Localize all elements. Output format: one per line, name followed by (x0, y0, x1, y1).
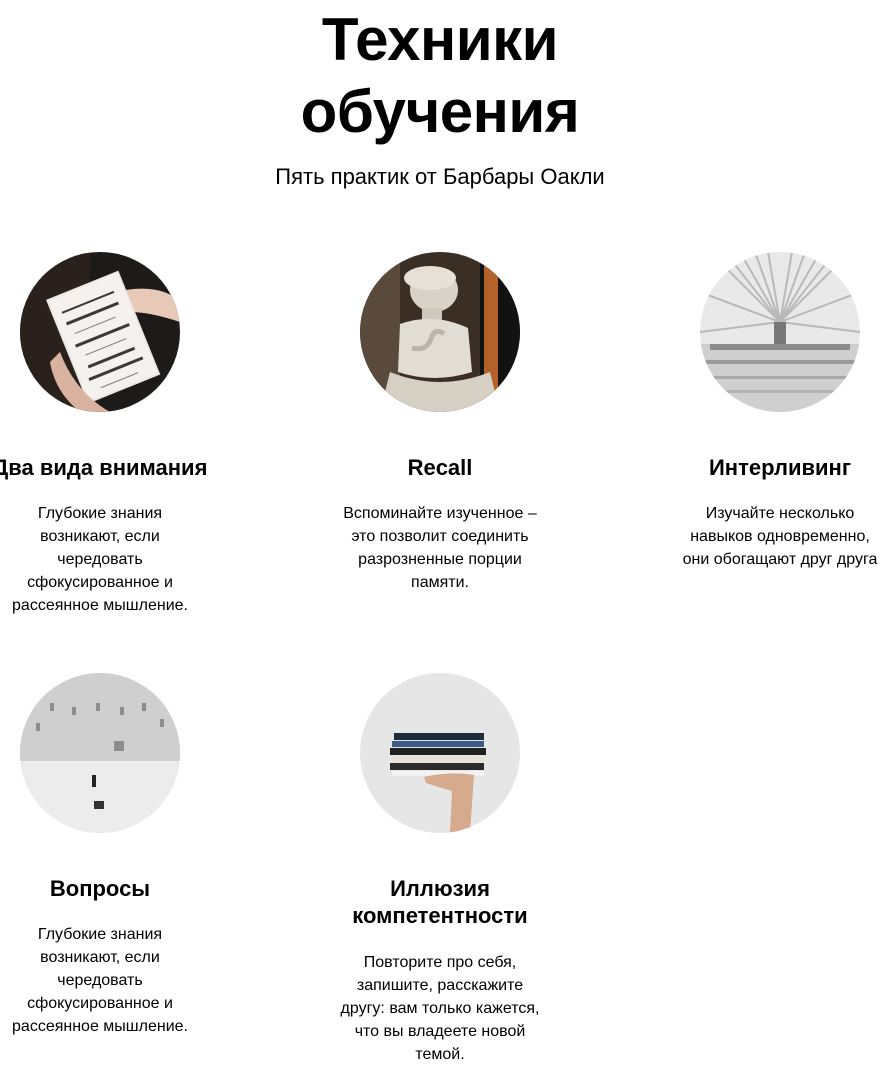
book-stack-hand-image (360, 673, 520, 833)
card-text: Глубокие знания возникают, если чередова… (12, 505, 188, 614)
card-text: Изучайте несколько навыков одновременно,… (682, 505, 878, 568)
card-title: Recall (407, 455, 473, 480)
card-title: Вопросы (49, 876, 151, 901)
card-title: Два вида внимания (0, 455, 208, 480)
card-title: Иллюзия компетентности (352, 876, 528, 928)
marble-statue-image (360, 252, 520, 412)
white-room-image (20, 673, 180, 833)
card-text: Глубокие знания возникают, если чередова… (12, 926, 188, 1035)
page-title: Техники обучения (300, 6, 580, 145)
book-in-hands-image (20, 252, 180, 412)
card-title: Интерливинг (708, 455, 851, 480)
card-text: Вспоминайте изученное – это позволит сое… (343, 505, 537, 591)
card-text: Повторите про себя, запишите, расскажите… (340, 954, 540, 1063)
page-subtitle: Пять практик от Барбары Оакли (275, 164, 605, 189)
architecture-hall-image (700, 252, 860, 412)
